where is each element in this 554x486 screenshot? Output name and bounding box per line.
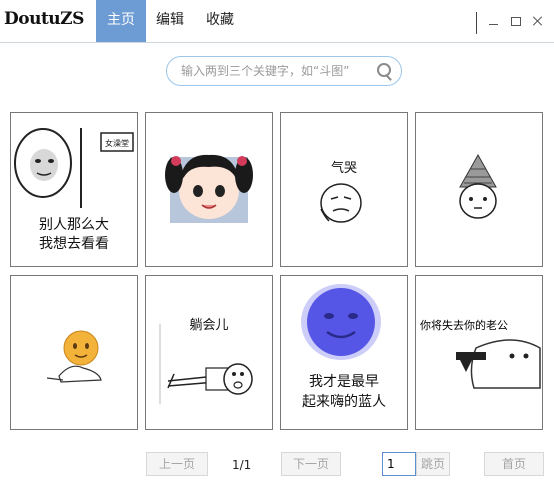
meme-card[interactable] [145, 112, 273, 267]
page-indicator: 1/1 [232, 458, 252, 472]
meme-caption: 起来嗨的蓝人 [302, 394, 386, 410]
orange-emoji-sitting-image [46, 330, 102, 383]
window-controls-divider [476, 12, 477, 34]
meme-card[interactable]: 女澡堂 别人那么大 我想去看看 [10, 112, 138, 267]
meme-card[interactable] [10, 275, 138, 430]
meme-card[interactable]: 躺会儿 [145, 275, 273, 430]
anime-girl-twintails-image [165, 154, 253, 223]
tab-edit[interactable]: 编辑 [148, 0, 192, 42]
title-bar: DoutuZS 主页 编辑 收藏 [0, 0, 554, 43]
page-number-input[interactable] [382, 452, 416, 476]
crying-panda-sketch-image [320, 183, 362, 223]
meme-card[interactable] [415, 112, 543, 267]
meme-card[interactable]: 气哭 [280, 112, 408, 267]
meme-caption: 我才是最早 [309, 374, 379, 390]
seal-pointing-gun-image [456, 339, 541, 389]
lying-down-sketch-image [159, 324, 253, 404]
close-icon[interactable] [529, 10, 547, 32]
meme-sign-text: 女澡堂 [105, 138, 129, 148]
minimize-icon[interactable] [485, 10, 503, 32]
search-icon[interactable] [377, 63, 391, 77]
tab-favorites[interactable]: 收藏 [198, 0, 242, 42]
meme-card[interactable]: 我才是最早 起来嗨的蓝人 [280, 275, 408, 430]
home-page-button[interactable]: 首页 [484, 452, 544, 476]
tab-home[interactable]: 主页 [96, 0, 146, 42]
next-page-button[interactable]: 下一页 [281, 452, 341, 476]
panda-meme-peeking-image: 女澡堂 [14, 128, 134, 208]
meme-caption: 我想去看看 [39, 236, 109, 252]
jump-page-button[interactable]: 跳页 [416, 452, 450, 476]
maximize-icon[interactable] [507, 10, 525, 32]
meme-card[interactable]: 你将失去你的老公 [415, 275, 543, 430]
prev-page-button[interactable]: 上一页 [146, 452, 208, 476]
pine-cone-hat-face-image [459, 153, 497, 219]
meme-caption: 别人那么大 [39, 217, 109, 233]
search-input[interactable] [181, 62, 371, 80]
app-logo: DoutuZS [4, 9, 84, 29]
search-box [166, 56, 402, 86]
blue-face-meme-image [301, 284, 381, 360]
